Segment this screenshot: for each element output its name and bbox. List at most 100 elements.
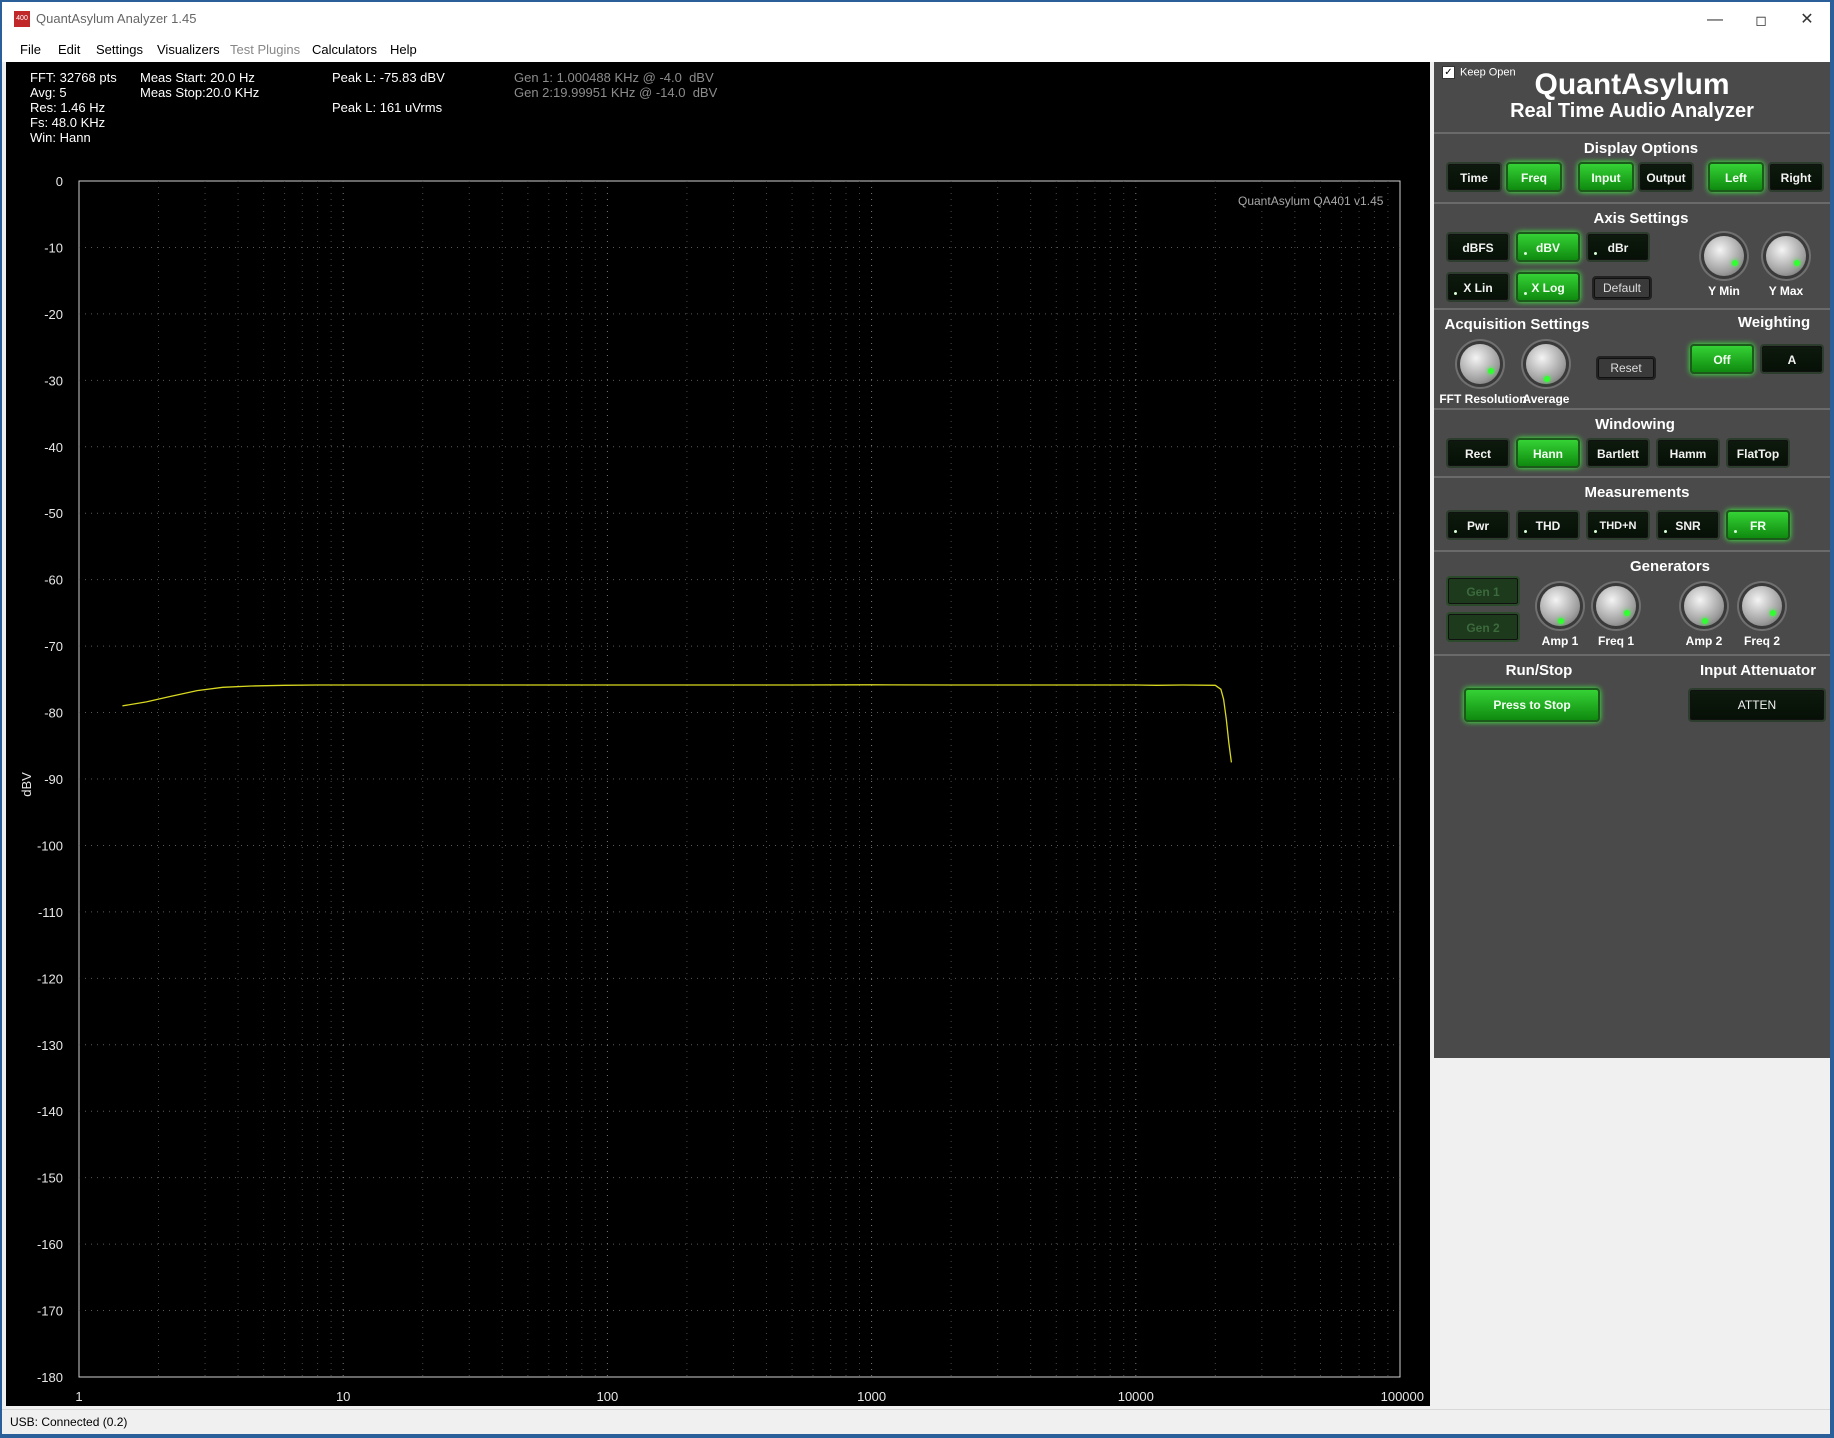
y-tick-label: -130 [37,1038,63,1053]
atten-button[interactable]: ATTEN [1688,688,1826,722]
fr-button[interactable]: FR [1726,510,1790,540]
amp2-knob[interactable] [1684,586,1724,626]
y-tick-label: -80 [44,706,63,721]
fft-resolution-knob[interactable] [1460,344,1500,384]
dbr-button[interactable]: dBr [1586,232,1650,262]
dot-icon [1524,530,1527,533]
run-stop-button[interactable]: Press to Stop [1464,688,1600,722]
freq1-knob[interactable] [1596,586,1636,626]
minimize-icon[interactable]: — [1692,2,1738,38]
measurements-section: Measurements Pwr THD THD+N SNR FR [1434,476,1830,550]
average-label: Average [1522,392,1570,406]
dot-icon [1524,252,1527,255]
window-bartlett-button[interactable]: Bartlett [1586,438,1650,468]
plot-area[interactable]: FFT: 32768 pts Avg: 5 Res: 1.46 Hz Fs: 4… [6,62,1430,1406]
menu-bar: File Edit Settings Visualizers Test Plug… [2,38,1830,62]
window-flattop-button[interactable]: FlatTop [1726,438,1790,468]
maximize-icon[interactable]: ◻ [1738,2,1784,38]
menu-test-plugins[interactable]: Test Plugins [230,42,300,57]
fft-resolution-label: FFT Resolution [1439,392,1527,406]
y-min-knob[interactable] [1704,236,1744,276]
default-axis-button[interactable]: Default [1592,276,1652,300]
knob-led-icon [1544,376,1550,382]
dot-icon [1664,530,1667,533]
menu-help[interactable]: Help [390,42,417,57]
pwr-button[interactable]: Pwr [1446,510,1510,540]
x-tick-label: 10 [336,1389,350,1404]
knob-led-icon [1770,610,1776,616]
menu-settings[interactable]: Settings [96,42,143,57]
output-button[interactable]: Output [1638,162,1694,192]
control-panel: ✓ Keep Open QuantAsylum Real Time Audio A… [1434,62,1830,1058]
knob-led-icon [1624,610,1630,616]
freq-button[interactable]: Freq [1506,162,1562,192]
y-tick-label: -40 [44,440,63,455]
weighting-title: Weighting [1737,314,1811,331]
input-button[interactable]: Input [1578,162,1634,192]
amp1-label: Amp 1 [1541,634,1579,648]
knob-led-icon [1488,368,1494,374]
dbv-button[interactable]: dBV [1516,232,1580,262]
acquisition-section: Acquisition Settings Weighting FFT Resol… [1434,308,1830,408]
x-tick-label: 10000 [1118,1389,1154,1404]
y-tick-label: -170 [37,1304,63,1319]
y-tick-label: -150 [37,1171,63,1186]
average-knob[interactable] [1526,344,1566,384]
series-line [122,684,1233,763]
menu-edit[interactable]: Edit [58,42,80,57]
close-icon[interactable]: ✕ [1784,2,1830,38]
menu-calculators[interactable]: Calculators [312,42,377,57]
window-hann-button[interactable]: Hann [1516,438,1580,468]
thd-label: THD [1535,519,1561,533]
dbfs-button[interactable]: dBFS [1446,232,1510,262]
dot-icon [1524,292,1527,295]
xlin-button[interactable]: X Lin [1446,272,1510,302]
thd-button[interactable]: THD [1516,510,1580,540]
freq2-knob[interactable] [1742,586,1782,626]
time-button[interactable]: Time [1446,162,1502,192]
window-rect-button[interactable]: Rect [1446,438,1510,468]
snr-button[interactable]: SNR [1656,510,1720,540]
frequency-chart[interactable]: 0 -10 -20 -30 -40 -50 -60 -70 -80 -90 -100 -110 -120… [6,62,1430,1406]
y-max-knob[interactable] [1766,236,1806,276]
brand-subtitle: Real Time Audio Analyzer [1510,100,1754,122]
gen1-button[interactable]: Gen 1 [1446,576,1520,606]
knob-led-icon [1794,260,1800,266]
snr-label: SNR [1675,519,1701,533]
menu-visualizers[interactable]: Visualizers [157,42,220,57]
gen2-button[interactable]: Gen 2 [1446,612,1520,642]
axis-settings-title: Axis Settings [1593,210,1689,227]
generators-title: Generators [1629,558,1711,575]
brand-title: QuantAsylum [1534,68,1730,101]
y-tick-label: -30 [44,373,63,388]
generators-section: Generators Gen 1 Gen 2 Amp 1 Freq 1 Amp … [1434,550,1830,654]
x-tick-label: 100000 [1381,1389,1424,1404]
right-channel-button[interactable]: Right [1768,162,1824,192]
thdn-button[interactable]: THD+N [1586,510,1650,540]
x-tick-label: 1000 [857,1389,886,1404]
dot-icon [1594,530,1597,533]
amp1-knob[interactable] [1540,586,1580,626]
y-tick-label: -90 [44,772,63,787]
weighting-off-button[interactable]: Off [1690,344,1754,374]
menu-file[interactable]: File [20,42,41,57]
knob-led-icon [1558,618,1564,624]
display-options-title: Display Options [1583,140,1699,157]
x-tick-label: 100 [597,1389,619,1404]
reset-button[interactable]: Reset [1596,356,1656,380]
y-tick-label: 0 [56,174,63,189]
status-text: USB: Connected (0.2) [10,1415,128,1429]
left-channel-button[interactable]: Left [1708,162,1764,192]
chart-watermark: QuantAsylum QA401 v1.45 [1238,194,1384,208]
window-hamm-button[interactable]: Hamm [1656,438,1720,468]
app-window: 400 QuantAsylum Analyzer 1.45 — ◻ ✕ File… [2,2,1830,1434]
y-tick-label: -10 [44,240,63,255]
axis-settings-section: Axis Settings dBFS dBV dBr X Lin X Log D… [1434,202,1830,308]
input-attenuator-title: Input Attenuator [1699,662,1817,679]
thdn-label: THD+N [1599,520,1637,532]
dbr-label: dBr [1607,241,1629,255]
display-options-section: Display Options Time Freq Input Output L… [1434,132,1830,202]
pwr-label: Pwr [1466,519,1489,533]
xlog-button[interactable]: X Log [1516,272,1580,302]
weighting-a-button[interactable]: A [1760,344,1824,374]
